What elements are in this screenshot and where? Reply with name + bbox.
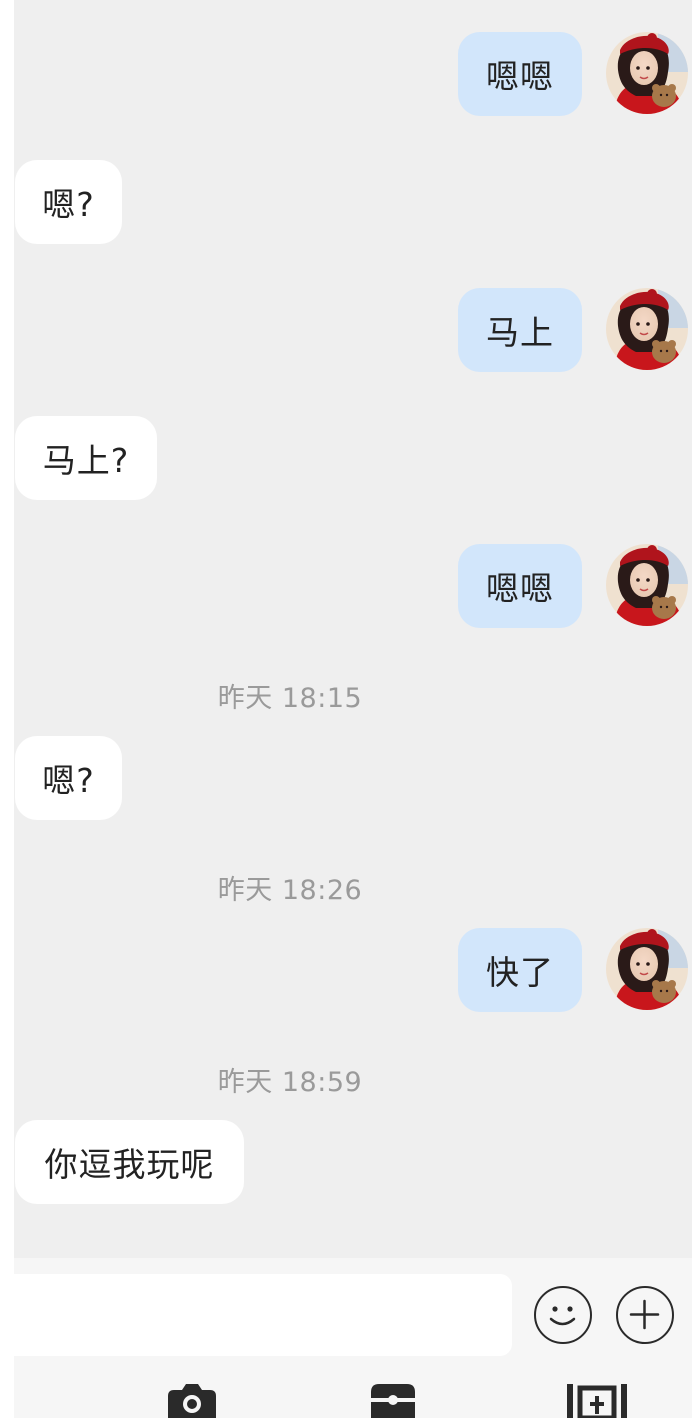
message-row-incoming: 马上? [14, 416, 692, 500]
message-row-incoming: 你逗我玩呢 [14, 1120, 692, 1204]
more-button[interactable] [616, 1286, 674, 1344]
user-avatar[interactable] [606, 928, 688, 1010]
timestamp: 昨天 18:26 [217, 875, 363, 906]
message-bubble-incoming[interactable]: 马上? [15, 416, 157, 500]
message-bubble-outgoing[interactable]: 快了 [458, 928, 582, 1012]
message-bubble-incoming[interactable]: 你逗我玩呢 [15, 1120, 244, 1204]
card-icon[interactable] [566, 1384, 628, 1418]
message-row-outgoing: 嗯嗯 [14, 32, 692, 116]
message-bubble-outgoing[interactable]: 嗯嗯 [458, 32, 582, 116]
message-row-incoming: 嗯? [14, 160, 692, 244]
message-bubble-outgoing[interactable]: 嗯嗯 [458, 544, 582, 628]
plus-icon [629, 1299, 660, 1330]
camera-icon[interactable] [164, 1384, 220, 1418]
wallet-icon[interactable] [369, 1384, 417, 1418]
user-avatar[interactable] [606, 544, 688, 626]
message-bubble-incoming[interactable]: 嗯? [15, 736, 122, 820]
message-row-outgoing: 马上 [14, 288, 692, 372]
chat-screen: 嗯嗯 嗯? 马上 马上? 嗯嗯 昨天 18:15 嗯? 昨天 18:26 快了 … [14, 0, 692, 1418]
message-input[interactable] [14, 1274, 512, 1356]
message-row-outgoing: 快了 [14, 928, 692, 1012]
timestamp: 昨天 18:59 [217, 1067, 363, 1098]
message-bubble-incoming[interactable]: 嗯? [15, 160, 122, 244]
input-bar [14, 1258, 692, 1418]
message-bubble-outgoing[interactable]: 马上 [458, 288, 582, 372]
message-row-incoming: 嗯? [14, 736, 692, 820]
message-list[interactable]: 嗯嗯 嗯? 马上 马上? 嗯嗯 昨天 18:15 嗯? 昨天 18:26 快了 … [14, 0, 692, 1258]
emoji-button[interactable] [534, 1286, 592, 1344]
user-avatar[interactable] [606, 288, 688, 370]
timestamp: 昨天 18:15 [217, 683, 363, 714]
smiley-icon [549, 1306, 576, 1326]
user-avatar[interactable] [606, 32, 688, 114]
message-row-outgoing: 嗯嗯 [14, 544, 692, 628]
